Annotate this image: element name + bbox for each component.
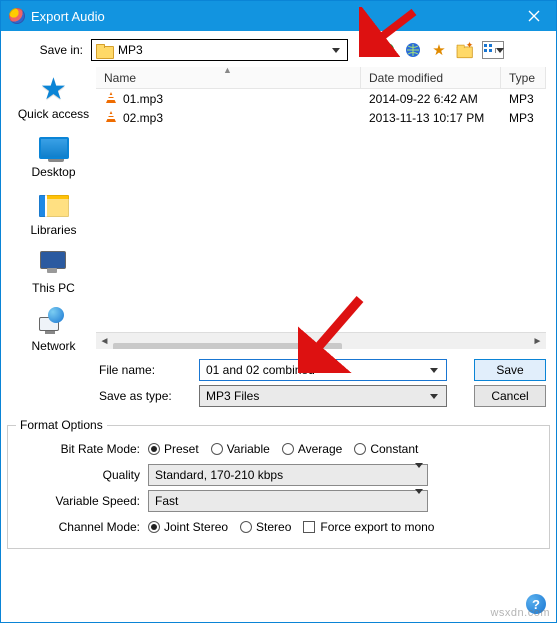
- scroll-thumb[interactable]: [113, 343, 342, 349]
- sidebar-item-label: This PC: [32, 281, 75, 295]
- save-in-label: Save in:: [11, 43, 91, 57]
- titlebar: Export Audio: [1, 1, 556, 31]
- channel-radio-stereo[interactable]: Stereo: [240, 520, 291, 534]
- sidebar-item-label: Network: [31, 339, 75, 353]
- app-icon: [9, 8, 25, 24]
- file-save-section: File name: 01 and 02 combined Save Save …: [99, 349, 546, 413]
- chevron-down-icon: [415, 468, 423, 482]
- favorites-button[interactable]: [430, 41, 448, 59]
- variable-speed-label: Variable Speed:: [18, 494, 148, 508]
- save-button[interactable]: Save: [474, 359, 546, 381]
- places-bar: ★ Quick access Desktop Libraries This PC: [11, 67, 96, 349]
- channel-radio-joint-stereo[interactable]: Joint Stereo: [148, 520, 228, 534]
- file-name: 01.mp3: [123, 92, 163, 106]
- help-button[interactable]: ?: [526, 594, 546, 614]
- save-as-type-label: Save as type:: [99, 389, 199, 403]
- horizontal-scrollbar[interactable]: ◄ ►: [96, 332, 546, 349]
- chevron-down-icon: [328, 40, 343, 60]
- column-headers: Name Date modified Type: [96, 67, 546, 89]
- file-row[interactable]: 02.mp3 2013-11-13 10:17 PM MP3: [96, 108, 546, 127]
- channel-mode-label: Channel Mode:: [18, 520, 148, 534]
- save-in-row: Save in: MP3: [11, 39, 546, 61]
- sidebar-item-this-pc[interactable]: This PC: [11, 249, 96, 295]
- file-type: MP3: [501, 111, 546, 125]
- view-menu-button[interactable]: [482, 41, 504, 59]
- column-header-type[interactable]: Type: [501, 67, 546, 88]
- desktop-icon: [39, 137, 69, 159]
- sidebar-item-label: Quick access: [18, 107, 89, 121]
- close-icon: [528, 10, 540, 22]
- file-name-input[interactable]: 01 and 02 combined: [199, 359, 447, 381]
- back-button[interactable]: [378, 41, 396, 59]
- save-as-type-dropdown[interactable]: MP3 Files: [199, 385, 447, 407]
- close-button[interactable]: [512, 1, 556, 31]
- star-icon: ★: [40, 75, 67, 105]
- chevron-down-icon: [495, 48, 503, 53]
- file-date: 2013-11-13 10:17 PM: [361, 111, 501, 125]
- file-list-body[interactable]: 01.mp3 2014-09-22 6:42 AM MP3 02.mp3 201…: [96, 89, 546, 332]
- sidebar-item-libraries[interactable]: Libraries: [11, 191, 96, 237]
- save-as-type-value: MP3 Files: [206, 389, 426, 403]
- save-in-dropdown[interactable]: MP3: [91, 39, 348, 61]
- bitrate-radio-constant[interactable]: Constant: [354, 442, 418, 456]
- save-in-value: MP3: [118, 43, 328, 57]
- quality-value: Standard, 170-210 kbps: [155, 468, 415, 482]
- variable-speed-dropdown[interactable]: Fast: [148, 490, 428, 512]
- scroll-right-button[interactable]: ►: [529, 333, 546, 350]
- bitrate-radio-average[interactable]: Average: [282, 442, 342, 456]
- file-name: 02.mp3: [123, 111, 163, 125]
- file-date: 2014-09-22 6:42 AM: [361, 92, 501, 106]
- folder-icon: [96, 44, 112, 57]
- view-grid-icon: [483, 42, 495, 58]
- libraries-icon: [39, 195, 69, 217]
- chevron-down-icon[interactable]: [426, 360, 442, 380]
- sidebar-item-label: Desktop: [31, 165, 75, 179]
- sidebar-item-label: Libraries: [30, 223, 76, 237]
- bitrate-radio-preset[interactable]: Preset: [148, 442, 199, 456]
- variable-speed-value: Fast: [155, 494, 415, 508]
- this-pc-icon: [37, 251, 71, 277]
- sidebar-item-desktop[interactable]: Desktop: [11, 133, 96, 179]
- format-options-group: Format Options Bit Rate Mode: Preset Var…: [7, 425, 550, 549]
- cancel-button[interactable]: Cancel: [474, 385, 546, 407]
- column-header-date[interactable]: Date modified: [361, 67, 501, 88]
- window-title: Export Audio: [31, 9, 512, 24]
- client-area: Save in: MP3: [1, 31, 556, 419]
- file-row[interactable]: 01.mp3 2014-09-22 6:42 AM MP3: [96, 89, 546, 108]
- scroll-left-button[interactable]: ◄: [96, 333, 113, 350]
- network-icon: [39, 309, 69, 335]
- chevron-down-icon: [415, 494, 423, 508]
- file-name-label: File name:: [99, 363, 199, 377]
- bit-rate-mode-label: Bit Rate Mode:: [18, 442, 148, 456]
- sidebar-item-quick-access[interactable]: ★ Quick access: [11, 75, 96, 121]
- toolbar-icons: [378, 41, 504, 59]
- quality-dropdown[interactable]: Standard, 170-210 kbps: [148, 464, 428, 486]
- new-folder-button[interactable]: [456, 41, 474, 59]
- chevron-down-icon: [426, 386, 442, 406]
- file-list: Name Date modified Type 01.mp3 2014-09-2…: [96, 67, 546, 349]
- file-name-input-text: 01 and 02 combined: [206, 363, 426, 377]
- quality-label: Quality: [18, 468, 148, 482]
- bitrate-radio-variable[interactable]: Variable: [211, 442, 270, 456]
- force-mono-checkbox[interactable]: Force export to mono: [303, 520, 434, 534]
- sidebar-item-network[interactable]: Network: [11, 307, 96, 353]
- format-options-legend: Format Options: [16, 418, 107, 432]
- file-type: MP3: [501, 92, 546, 106]
- file-browser: ★ Quick access Desktop Libraries This PC: [11, 67, 546, 349]
- mp3-file-icon: [104, 111, 118, 125]
- sort-indicator-icon: [223, 67, 232, 75]
- recent-locations-button[interactable]: [404, 41, 422, 59]
- help-icon: ?: [526, 594, 546, 614]
- export-audio-dialog: Export Audio Save in: MP3: [0, 0, 557, 623]
- mp3-file-icon: [104, 92, 118, 106]
